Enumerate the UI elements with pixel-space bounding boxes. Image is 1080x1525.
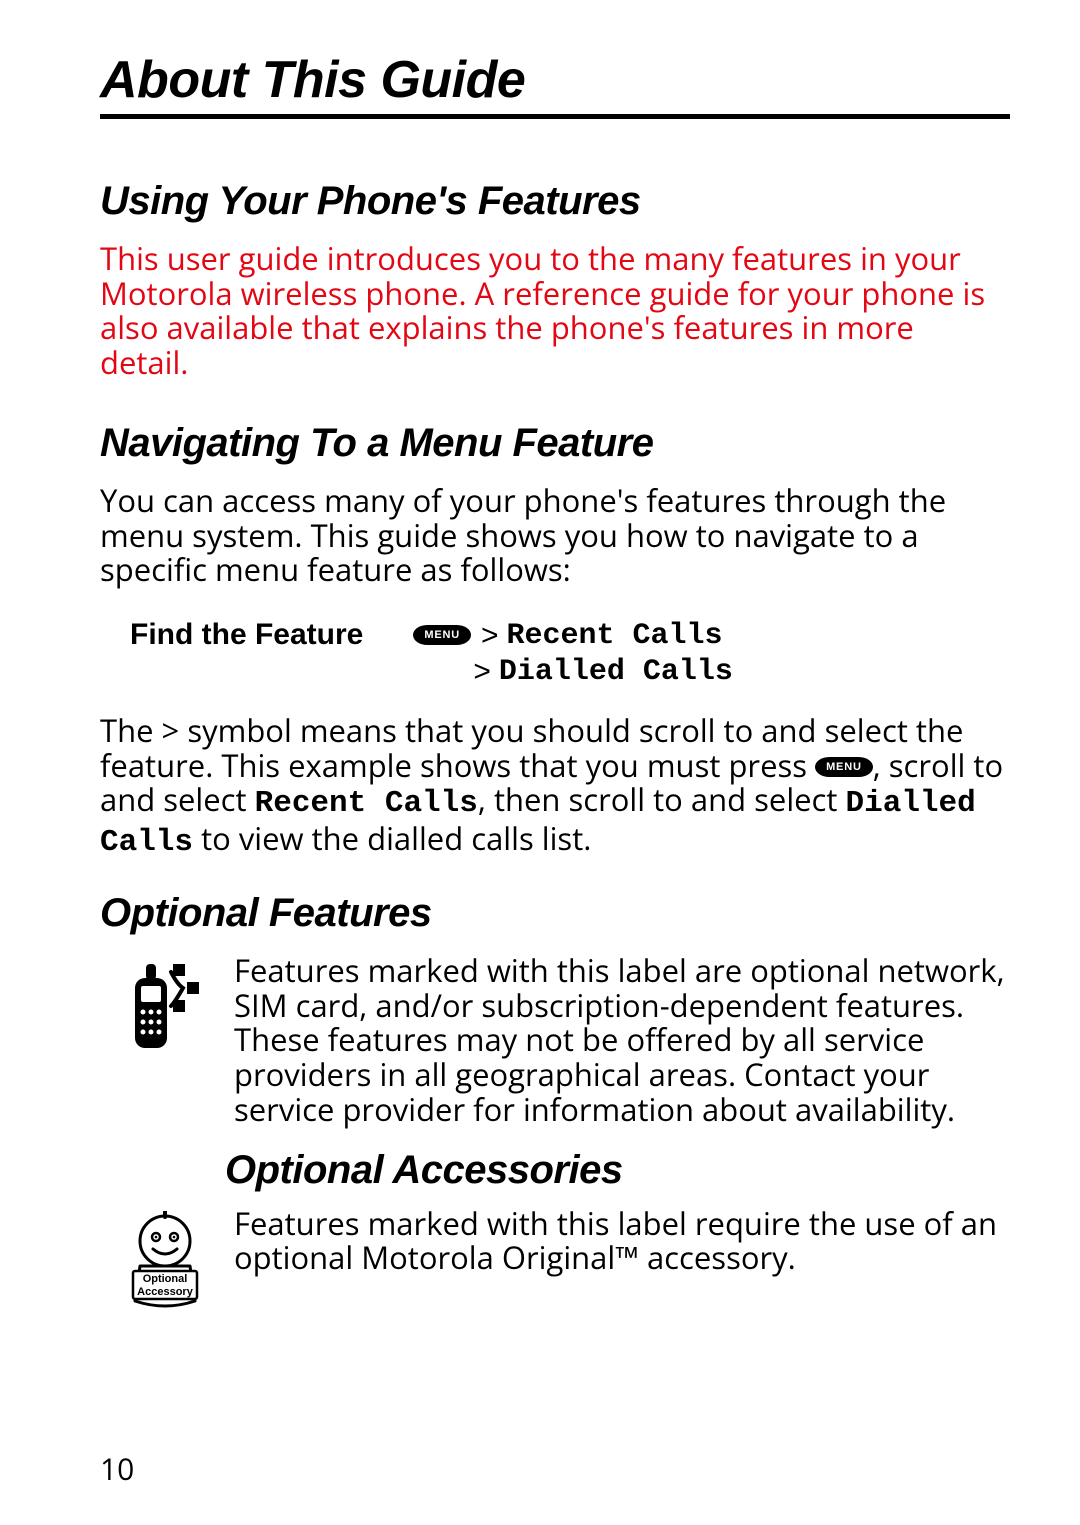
explain-sep: , then scroll to and select xyxy=(478,779,846,821)
gt-symbol-2: > xyxy=(473,654,491,690)
optional-feature-icon-col xyxy=(100,954,210,1058)
page-root: About This Guide Using Your Phone's Feat… xyxy=(0,0,1080,1525)
using-body: This user guide introduces you to the ma… xyxy=(100,242,1010,381)
section-heading-optional-features: Optional Features xyxy=(100,891,1010,936)
section-heading-using: Using Your Phone's Features xyxy=(100,179,1010,224)
optional-accessories-body: Features marked with this label require … xyxy=(234,1207,1010,1276)
phone-signal-icon xyxy=(125,958,205,1058)
section-heading-optional-accessories: Optional Accessories xyxy=(100,1148,1010,1193)
find-the-feature-label: Find the Feature xyxy=(130,618,363,652)
section-heading-navigating: Navigating To a Menu Feature xyxy=(100,421,1010,466)
nav-step-1: Recent Calls xyxy=(506,618,722,654)
nav-line-1: MENU > Recent Calls xyxy=(413,618,733,654)
navigating-intro: You can access many of your phone's feat… xyxy=(100,484,1010,588)
optional-accessory-icon-col: Optional Accessory xyxy=(100,1207,210,1309)
page-title: About This Guide xyxy=(100,50,1010,110)
menu-key-icon: MENU xyxy=(413,625,471,645)
accessory-icon-label-bottom: Accessory xyxy=(137,1286,194,1298)
nav-explanation: The > symbol means that you should scrol… xyxy=(100,714,1010,861)
optional-accessories-block: Optional Accessory Features marked with … xyxy=(100,1207,1010,1309)
accessory-icon-label-top: Optional xyxy=(143,1273,188,1285)
explain-post: to view the dialled calls list. xyxy=(193,818,591,860)
optional-features-body: Features marked with this label are opti… xyxy=(234,954,1010,1128)
nav-line-2: > Dialled Calls xyxy=(413,654,733,690)
accessory-face-icon: Optional Accessory xyxy=(121,1211,209,1309)
nav-steps: MENU > Recent Calls > Dialled Calls xyxy=(413,618,733,690)
gt-symbol: > xyxy=(481,618,499,654)
find-feature-row: Find the Feature MENU > Recent Calls > D… xyxy=(100,618,1010,690)
explain-item1: Recent Calls xyxy=(255,786,478,821)
menu-key-icon-inline: MENU xyxy=(815,757,873,777)
page-number: 10 xyxy=(100,1448,134,1489)
optional-features-block: Features marked with this label are opti… xyxy=(100,954,1010,1128)
title-rule xyxy=(100,114,1010,119)
nav-step-2: Dialled Calls xyxy=(499,654,733,690)
